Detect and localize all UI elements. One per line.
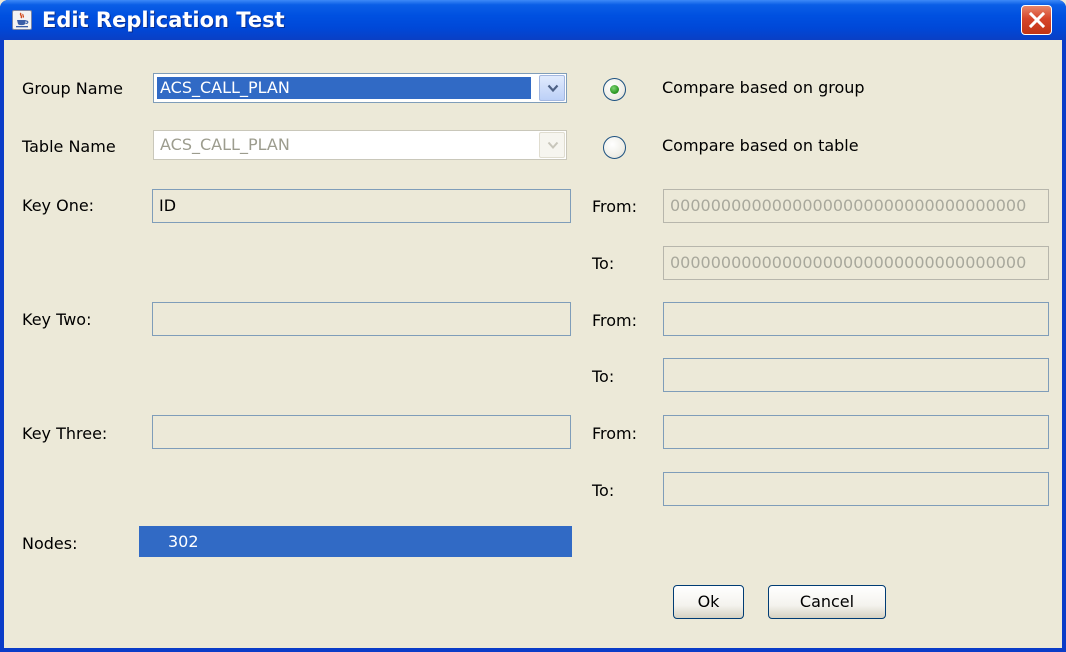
key-three-label: Key Three: — [22, 424, 108, 443]
table-name-dropdown: ACS_CALL_PLAN — [153, 130, 567, 160]
key-one-field[interactable]: ID — [152, 189, 571, 223]
group-name-value: ACS_CALL_PLAN — [157, 77, 531, 99]
key-one-to-label: To: — [592, 254, 615, 273]
title-bar[interactable]: Edit Replication Test — [0, 0, 1066, 40]
table-name-label: Table Name — [22, 137, 116, 156]
radio-compare-table-label: Compare based on table — [662, 136, 859, 155]
key-three-from-field[interactable] — [663, 415, 1049, 449]
key-two-label: Key Two: — [22, 310, 92, 329]
key-two-to-field[interactable] — [663, 358, 1049, 392]
cancel-button[interactable]: Cancel — [768, 585, 886, 619]
radio-compare-group-label: Compare based on group — [662, 78, 865, 97]
key-three-from-label: From: — [592, 424, 638, 443]
key-one-from-label: From: — [592, 197, 638, 216]
table-name-value: ACS_CALL_PLAN — [160, 135, 290, 154]
close-button[interactable] — [1021, 5, 1052, 35]
key-one-label: Key One: — [22, 196, 95, 215]
dialog-body: Group Name ACS_CALL_PLAN Compare based o… — [4, 40, 1062, 648]
ok-button[interactable]: Ok — [673, 585, 744, 619]
radio-compare-group[interactable] — [603, 78, 626, 101]
key-two-from-label: From: — [592, 311, 638, 330]
key-three-field[interactable] — [152, 415, 571, 449]
group-name-label: Group Name — [22, 79, 123, 98]
chevron-down-icon — [547, 141, 559, 149]
table-name-dropdown-button — [539, 132, 565, 158]
key-three-to-field[interactable] — [663, 472, 1049, 506]
key-two-to-label: To: — [592, 367, 615, 386]
dialog-window: Edit Replication Test Group Name ACS_CAL… — [0, 0, 1066, 652]
key-two-from-field[interactable] — [663, 302, 1049, 336]
key-one-to-field[interactable]: 00000000000000000000000000000000000 — [663, 246, 1049, 280]
radio-selected-dot — [610, 85, 619, 94]
group-name-dropdown-button[interactable] — [539, 75, 565, 101]
java-coffee-cup-icon — [12, 10, 32, 30]
key-three-to-label: To: — [592, 481, 615, 500]
group-name-dropdown[interactable]: ACS_CALL_PLAN — [153, 73, 567, 103]
key-one-from-field[interactable]: 00000000000000000000000000000000000 — [663, 189, 1049, 223]
radio-compare-table[interactable] — [603, 136, 626, 159]
chevron-down-icon — [547, 84, 559, 93]
close-icon — [1028, 11, 1046, 29]
window-title: Edit Replication Test — [42, 8, 285, 32]
nodes-field[interactable]: 302 — [139, 526, 572, 557]
nodes-label: Nodes: — [22, 534, 78, 553]
key-two-field[interactable] — [152, 302, 571, 336]
